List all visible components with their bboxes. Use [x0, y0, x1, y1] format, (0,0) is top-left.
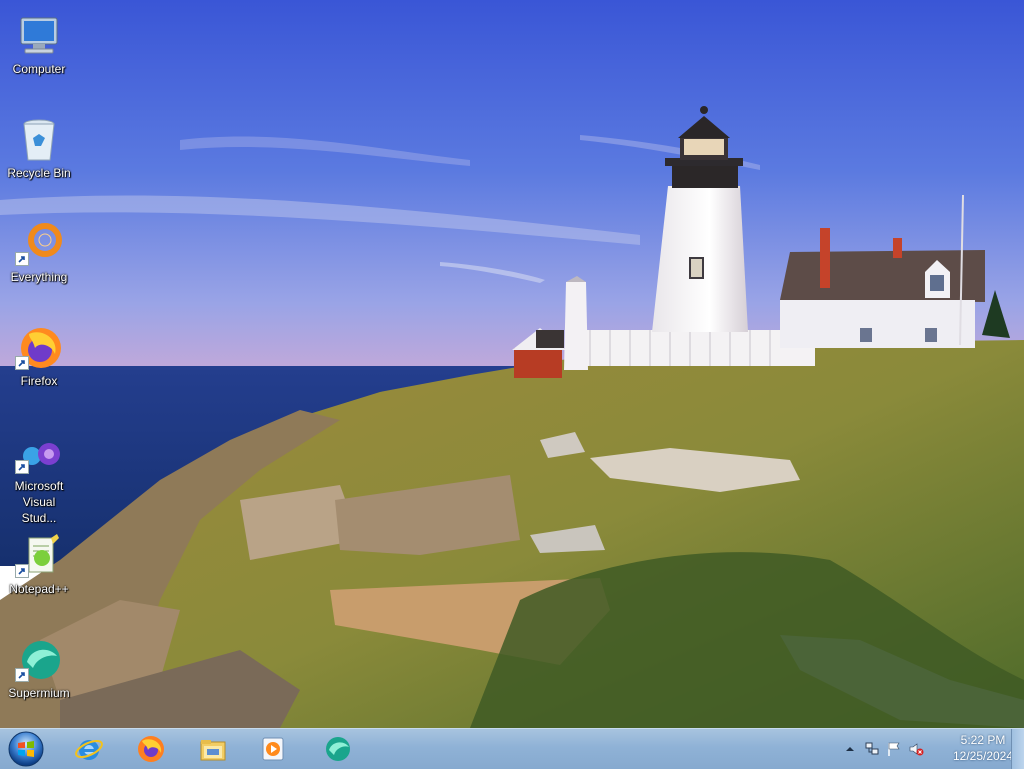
recycle-bin-icon	[15, 116, 63, 164]
shortcut-arrow-icon	[15, 252, 29, 266]
volume-muted-icon[interactable]	[908, 741, 924, 757]
taskbar-file-explorer[interactable]	[190, 731, 236, 767]
windows-orb-icon	[8, 731, 44, 767]
desktop-icon-label: Notepad++	[9, 582, 69, 596]
desktop-icon-label: Recycle Bin	[7, 166, 71, 180]
computer-icon	[15, 12, 63, 60]
show-desktop-button[interactable]	[1011, 729, 1024, 769]
taskbar-supermium[interactable]	[314, 731, 360, 767]
shortcut-arrow-icon	[15, 564, 29, 578]
desktop-icon-label: Supermium	[8, 686, 70, 700]
desktop-icon-visual-studio[interactable]: Microsoft Visual Stud...	[2, 422, 76, 525]
supermium-icon	[326, 737, 350, 761]
desktop-icon-supermium[interactable]: Supermium	[2, 630, 76, 726]
desktop-icon-label: Computer	[12, 62, 66, 76]
taskbar: 5:22 PM 12/25/2024	[0, 728, 1024, 769]
taskbar-firefox[interactable]	[128, 731, 174, 767]
desktop-icon-everything[interactable]: Everything	[2, 214, 76, 310]
action-center-flag-icon[interactable]	[886, 741, 902, 757]
taskbar-media-player[interactable]	[250, 731, 296, 767]
clock-date: 12/25/2024	[952, 749, 1014, 763]
shortcut-arrow-icon	[15, 460, 29, 474]
desktop-icon-computer[interactable]: Computer	[2, 6, 76, 102]
desktop-icon-label: Microsoft Visual Stud...	[2, 478, 76, 526]
shortcut-arrow-icon	[15, 668, 29, 682]
desktop-icon-recycle-bin[interactable]: Recycle Bin	[2, 110, 76, 206]
show-hidden-icons-button[interactable]	[842, 741, 858, 757]
desktop-icon-notepad-plus-plus[interactable]: Notepad++	[2, 526, 76, 622]
internet-explorer-icon	[75, 739, 103, 760]
start-button[interactable]	[6, 731, 46, 767]
network-icon[interactable]	[864, 741, 880, 757]
desktop-icon-label-text: Microsoft Visual Stud...	[14, 479, 64, 525]
clock-time: 5:22 PM	[960, 733, 1006, 747]
desktop[interactable]: Computer Recycle Bin Everything Firefox	[0, 0, 1024, 728]
wallpaper-lighthouse	[0, 0, 1024, 728]
firefox-icon	[138, 736, 164, 762]
taskbar-internet-explorer[interactable]	[66, 731, 112, 767]
media-player-icon	[262, 737, 284, 761]
desktop-icon-label: Everything	[10, 270, 68, 284]
shortcut-arrow-icon	[15, 356, 29, 370]
clock[interactable]: 5:22 PM 12/25/2024	[952, 732, 1014, 764]
desktop-icon-firefox[interactable]: Firefox	[2, 318, 76, 414]
file-explorer-icon	[200, 740, 226, 761]
system-tray: 5:22 PM 12/25/2024	[834, 729, 1024, 769]
chevron-up-icon	[846, 747, 854, 751]
desktop-icon-label: Firefox	[20, 374, 58, 388]
